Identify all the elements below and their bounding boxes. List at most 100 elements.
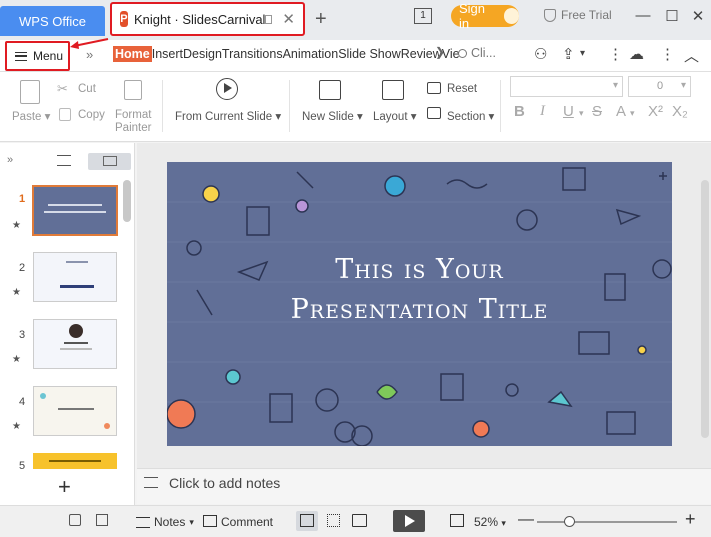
- minimize-icon[interactable]: —: [633, 7, 653, 24]
- share-dropdown-icon[interactable]: ▾: [580, 48, 585, 59]
- reading-view-icon[interactable]: [352, 514, 367, 527]
- format-painter-icon[interactable]: [124, 80, 142, 100]
- wps-office-tab[interactable]: WPS Office: [0, 6, 105, 36]
- close-window-icon[interactable]: ✕: [688, 7, 708, 25]
- normal-view-icon: [300, 514, 314, 527]
- tab-insert[interactable]: Insert: [152, 46, 183, 62]
- copy-icon[interactable]: [59, 108, 71, 121]
- paste-button[interactable]: Paste ▾: [12, 109, 50, 123]
- fit-window-icon[interactable]: [450, 514, 464, 527]
- expand-icon[interactable]: »: [86, 47, 93, 62]
- italic-icon[interactable]: I: [540, 103, 545, 120]
- comment-button[interactable]: Comment: [203, 515, 273, 529]
- zoom-level[interactable]: 52% ▾: [474, 515, 506, 529]
- menu-label: Menu: [33, 49, 64, 63]
- window-count-button[interactable]: 1: [414, 8, 432, 24]
- font-size-select[interactable]: 0 ▾: [628, 76, 691, 97]
- avatar-icon: [503, 8, 519, 24]
- close-tab-icon[interactable]: ✕: [282, 10, 295, 28]
- comment-icon: [203, 515, 217, 527]
- slide-thumbnail-5[interactable]: [33, 453, 117, 469]
- notes-button[interactable]: Notes ▾: [136, 515, 194, 529]
- star-icon: ★: [12, 287, 21, 298]
- sign-in-button[interactable]: Sign in: [451, 1, 519, 31]
- slide-thumbnail-1[interactable]: [32, 185, 118, 236]
- subscript-icon[interactable]: X₂: [672, 103, 688, 120]
- search-icon: [458, 48, 467, 58]
- zoom-slider-handle[interactable]: [564, 516, 575, 527]
- slide-number: 3: [18, 329, 26, 341]
- zoom-out-button[interactable]: —: [518, 511, 534, 529]
- format-painter-label-1[interactable]: Format: [115, 109, 151, 121]
- tab-slide-show[interactable]: Slide Show: [338, 46, 401, 62]
- new-slide-button[interactable]: New Slide ▾: [302, 109, 363, 123]
- tab-home[interactable]: Home: [113, 46, 152, 62]
- normal-view-button[interactable]: [296, 511, 318, 531]
- underline-dropdown-icon[interactable]: ▾: [579, 108, 584, 119]
- underline-icon[interactable]: U: [563, 103, 574, 120]
- section-button[interactable]: Section ▾: [447, 109, 494, 123]
- collapse-pane-icon[interactable]: »: [7, 154, 13, 166]
- format-painter-label-2[interactable]: Painter: [115, 122, 151, 134]
- slide-sorter-icon[interactable]: [327, 514, 340, 527]
- search-button[interactable]: Cli...: [458, 46, 496, 60]
- reset-button[interactable]: Reset: [447, 83, 477, 95]
- font-name-select[interactable]: ▾: [510, 76, 623, 97]
- share-icon[interactable]: ⇪: [562, 45, 575, 63]
- section-icon[interactable]: [427, 107, 441, 119]
- tab-animation[interactable]: Animation: [283, 46, 339, 62]
- tab-transitions[interactable]: Transitions: [222, 46, 283, 62]
- slide-thumbnail-4[interactable]: [33, 386, 117, 436]
- tab-scroll-right-icon[interactable]: ❯: [433, 45, 447, 65]
- layout-button[interactable]: Layout ▾: [373, 109, 417, 123]
- settings-icon[interactable]: ⋮: [660, 45, 675, 63]
- font-color-dropdown-icon[interactable]: ▾: [630, 108, 635, 119]
- outline-view-icon[interactable]: [57, 155, 71, 166]
- slide-view-icon[interactable]: [69, 514, 81, 526]
- play-circle-icon[interactable]: [216, 78, 238, 100]
- cut-icon[interactable]: ✂: [57, 81, 68, 97]
- cloud-sync-icon[interactable]: ☁: [629, 45, 644, 63]
- translate-icon[interactable]: [96, 514, 108, 526]
- tab-design[interactable]: Design: [183, 46, 222, 62]
- reset-icon[interactable]: [427, 82, 441, 94]
- paste-icon[interactable]: [20, 80, 40, 104]
- copy-button[interactable]: Copy: [78, 109, 105, 121]
- slide-scrollbar[interactable]: [701, 180, 709, 438]
- slide-thumbnail-2[interactable]: [33, 252, 117, 302]
- ribbon-tabs: Home Insert Design Transitions Animation…: [113, 46, 460, 62]
- toolbar-divider: [162, 80, 163, 132]
- star-icon: ★: [12, 220, 21, 231]
- slide-thumbnail-3[interactable]: [33, 319, 117, 369]
- slide-title[interactable]: This is Your Presentation Title: [167, 250, 672, 330]
- thumbnail-scrollbar[interactable]: [123, 180, 131, 222]
- thumbnail-view-toggle[interactable]: [88, 153, 131, 170]
- new-slide-icon[interactable]: [319, 80, 341, 100]
- from-current-slide-button[interactable]: From Current Slide ▾: [175, 109, 281, 123]
- bold-icon[interactable]: B: [514, 103, 525, 120]
- monitor-icon[interactable]: [265, 14, 273, 24]
- superscript-icon[interactable]: X²: [648, 103, 663, 120]
- document-tab[interactable]: P Knight · SlidesCarnival ✕: [110, 2, 305, 36]
- notes-placeholder[interactable]: Click to add notes: [169, 475, 280, 491]
- layout-icon[interactable]: [382, 80, 404, 100]
- add-slide-button[interactable]: +: [58, 474, 71, 500]
- zoom-slider-track[interactable]: [537, 521, 677, 523]
- new-tab-button[interactable]: +: [315, 8, 327, 31]
- font-color-icon[interactable]: A: [616, 103, 626, 120]
- more-options-icon[interactable]: ⋮: [608, 45, 623, 63]
- cut-button[interactable]: Cut: [78, 83, 96, 95]
- menu-button[interactable]: Menu: [5, 41, 70, 71]
- free-trial-button[interactable]: Free Trial: [544, 8, 612, 22]
- search-label: Cli...: [471, 46, 496, 60]
- collapse-ribbon-icon[interactable]: ︿: [684, 45, 699, 66]
- notes-icon: [144, 477, 158, 488]
- toolbar-divider: [289, 80, 290, 132]
- zoom-in-button[interactable]: +: [685, 509, 696, 530]
- slide-number: 4: [18, 396, 26, 408]
- share-user-icon[interactable]: ⚇: [534, 45, 547, 63]
- slide-canvas[interactable]: This is Your Presentation Title: [167, 162, 672, 446]
- play-slideshow-button[interactable]: [393, 510, 425, 532]
- strikethrough-icon[interactable]: S: [592, 103, 602, 120]
- maximize-icon[interactable]: ☐: [662, 7, 682, 25]
